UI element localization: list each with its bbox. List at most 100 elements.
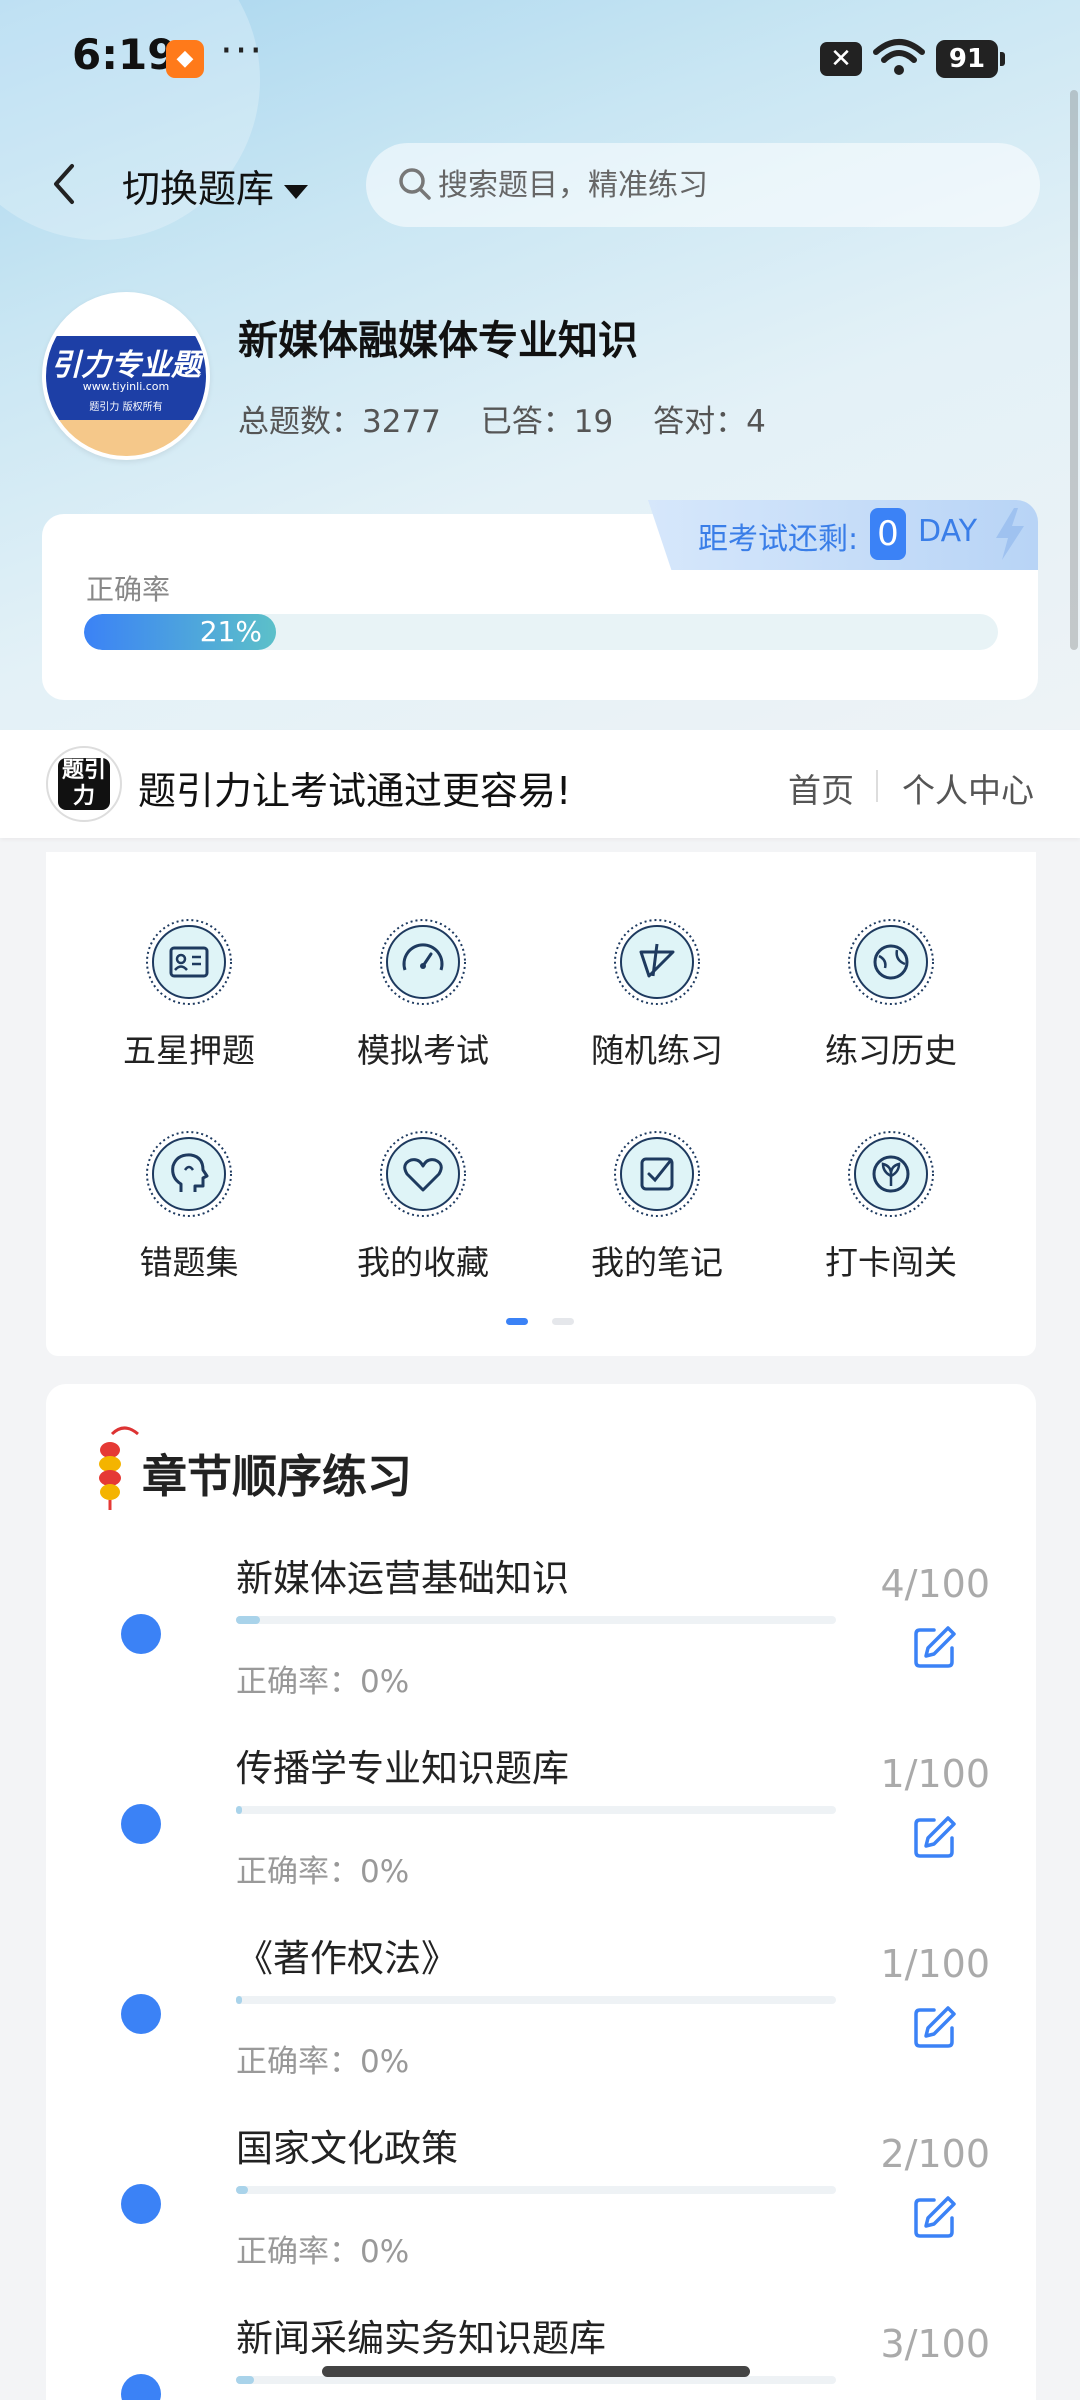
status-bar: 6:19 ◆ ··· ✕ 91 [0, 0, 1080, 120]
brand-logo[interactable]: 题引力 [46, 746, 122, 822]
feature-wrong-answers[interactable]: 错题集 [72, 1104, 306, 1284]
chapter-item[interactable]: 国家文化政策 正确率：0% 2/100 [46, 2110, 1036, 2300]
note-check-icon [614, 1131, 700, 1217]
home-indicator[interactable] [322, 2366, 750, 2377]
search-icon [399, 168, 431, 200]
brand-slogan: 题引力让考试通过更容易! [138, 769, 572, 813]
chapter-progress-fill [236, 1806, 242, 1814]
head-icon [146, 1131, 232, 1217]
accuracy-percent: 21% [199, 615, 262, 648]
chapter-accuracy: 正确率：0% [236, 2044, 410, 2080]
chapter-accuracy: 正确率：0% [236, 1854, 410, 1890]
chapter-name: 国家文化政策 [236, 2127, 458, 2170]
brand-bar: 题引力 题引力让考试通过更容易! 首页 个人中心 [0, 730, 1080, 838]
chapter-progress-bar [236, 1616, 836, 1624]
bank-title: 新媒体融媒体专业知识 [238, 318, 638, 364]
feature-notes[interactable]: 我的笔记 [540, 1104, 774, 1284]
chapter-name: 新闻采编实务知识题库 [236, 2317, 606, 2360]
feature-label: 练习历史 [825, 1031, 957, 1070]
chapter-item[interactable]: 新闻采编实务知识题库 3/100 [46, 2300, 1036, 2400]
accuracy-card: 距考试还剩: 0 DAY 正确率 21% [42, 500, 1038, 700]
feature-random-practice[interactable]: 随机练习 [540, 892, 774, 1072]
countdown-days: 0 [870, 508, 906, 560]
switch-bank-label: 切换题库 [122, 167, 275, 211]
feature-label: 模拟考试 [357, 1031, 489, 1070]
feature-five-star[interactable]: 五星押题 [72, 892, 306, 1072]
chapter-progress-fill [236, 1996, 242, 2004]
feature-label: 打卡闯关 [825, 1243, 957, 1282]
bank-stats: 总题数：3277 已答：19 答对：4 [238, 396, 796, 441]
exam-countdown: 距考试还剩: 0 DAY [648, 500, 1038, 570]
accuracy-label: 正确率 [86, 573, 171, 606]
back-arrow-icon[interactable] [44, 158, 88, 210]
page-indicator [506, 1318, 586, 1326]
feature-label: 错题集 [139, 1243, 239, 1282]
countdown-label: 距考试还剩: [698, 522, 859, 557]
feature-check-in[interactable]: 打卡闯关 [774, 1104, 1008, 1284]
home-link[interactable]: 首页 [788, 764, 854, 812]
chapter-item[interactable]: 新媒体运营基础知识 正确率：0% 4/100 [46, 1540, 1036, 1730]
personal-center-link[interactable]: 个人中心 [902, 764, 1034, 812]
feature-mock-exam[interactable]: 模拟考试 [306, 892, 540, 1072]
chapter-bullet [121, 1614, 161, 1654]
chapter-item[interactable]: 传播学专业知识题库 正确率：0% 1/100 [46, 1730, 1036, 1920]
status-time: 6:19 [72, 30, 177, 79]
speedometer-icon [380, 919, 466, 1005]
chapter-bullet [121, 1804, 161, 1844]
app-notification-icon: ◆ [166, 40, 204, 78]
chapter-progress-bar [236, 1806, 836, 1814]
page-dot[interactable] [552, 1318, 574, 1325]
accuracy-progress-bar: 21% [84, 614, 998, 650]
chapter-item[interactable]: 《著作权法》 正确率：0% 1/100 [46, 1920, 1036, 2110]
lightning-icon [996, 508, 1024, 560]
divider [876, 770, 878, 802]
chapter-bullet [121, 1994, 161, 2034]
chapter-bullet [121, 2374, 161, 2400]
chapter-accuracy: 正确率：0% [236, 2234, 410, 2270]
chapter-accuracy: 正确率：0% [236, 1664, 410, 1700]
chapter-count: 3/100 [880, 2322, 990, 2366]
search-bar[interactable] [366, 143, 1040, 227]
chapter-bullet [121, 2184, 161, 2224]
countdown-unit: DAY [918, 514, 978, 549]
chapter-count: 4/100 [880, 1562, 990, 1606]
chapter-progress-bar [236, 2376, 836, 2384]
sim-off-icon: ✕ [820, 42, 862, 76]
feature-label: 我的收藏 [357, 1243, 489, 1282]
globe-icon [848, 919, 934, 1005]
correct-count: 答对：4 [653, 404, 766, 440]
feature-label: 随机练习 [591, 1031, 723, 1070]
feature-favorites[interactable]: 我的收藏 [306, 1104, 540, 1284]
chapter-name: 传播学专业知识题库 [236, 1747, 569, 1790]
logo-text: 引力专业题 [51, 348, 201, 383]
chapter-name: 新媒体运营基础知识 [236, 1557, 569, 1600]
chapter-practice-title: 章节顺序练习 [142, 1450, 413, 1503]
shuffle-icon [614, 919, 700, 1005]
chapter-count: 2/100 [880, 2132, 990, 2176]
question-bank-logo: 引力专业题 www.tiyinli.com 题引力 版权所有 [42, 292, 210, 460]
total-questions: 总题数：3277 [238, 404, 441, 440]
logo-subtitle: 题引力 版权所有 [89, 402, 163, 413]
chapter-progress-bar [236, 1996, 836, 2004]
edit-icon[interactable] [912, 2004, 958, 2050]
chapter-count: 1/100 [880, 1942, 990, 1986]
caret-down-icon [284, 184, 309, 199]
heart-icon [380, 1131, 466, 1217]
answered-count: 已答：19 [480, 404, 614, 440]
page-dot-active[interactable] [506, 1318, 528, 1325]
feature-label: 五星押题 [123, 1031, 255, 1070]
edit-icon[interactable] [912, 1624, 958, 1670]
id-card-icon [146, 919, 232, 1005]
battery-icon: 91 [936, 40, 1005, 78]
firecracker-icon [99, 1426, 139, 1510]
switch-bank-button[interactable]: 切换题库 [122, 158, 309, 213]
feature-history[interactable]: 练习历史 [774, 892, 1008, 1072]
chapter-progress-fill [236, 2376, 254, 2384]
scrollbar[interactable] [1070, 90, 1078, 650]
chapter-count: 1/100 [880, 1752, 990, 1796]
edit-icon[interactable] [912, 1814, 958, 1860]
chapter-progress-fill [236, 1616, 260, 1624]
search-input[interactable] [438, 143, 1018, 227]
feature-grid: 五星押题 模拟考试 随机练习 练习历史 错题集 我的收藏 我的笔记 打卡闯关 [46, 852, 1036, 1356]
edit-icon[interactable] [912, 2194, 958, 2240]
